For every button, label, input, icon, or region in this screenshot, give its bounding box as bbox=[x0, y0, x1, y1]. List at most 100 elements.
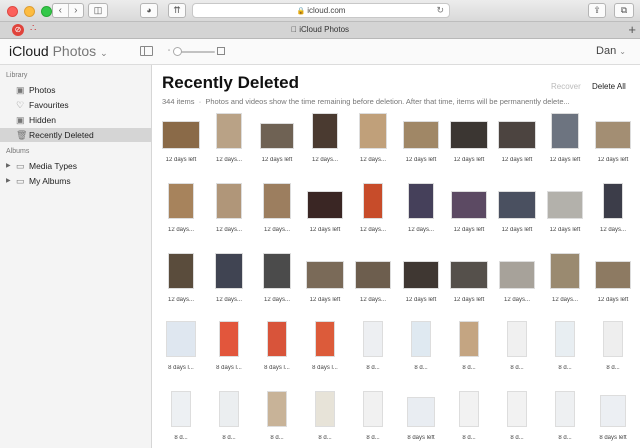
close-window-button[interactable] bbox=[7, 6, 18, 17]
photo-thumbnail[interactable] bbox=[267, 321, 287, 357]
photo-tile[interactable]: 12 days... bbox=[304, 111, 346, 163]
photo-tile[interactable]: 12 days... bbox=[256, 251, 298, 303]
photo-tile[interactable]: 12 days left bbox=[496, 111, 538, 163]
photo-thumbnail[interactable] bbox=[260, 123, 294, 149]
extension-button[interactable]: ⇈ bbox=[168, 3, 186, 18]
new-tab-button[interactable]: + bbox=[628, 22, 636, 37]
photo-thumbnail[interactable] bbox=[312, 113, 338, 149]
sidebar-item-media-types[interactable]: ▶ ▭ Media Types bbox=[0, 159, 151, 173]
photo-thumbnail[interactable] bbox=[219, 391, 239, 427]
photo-tile[interactable]: 12 days left bbox=[160, 111, 202, 163]
photo-tile[interactable]: 8 d... bbox=[592, 319, 634, 371]
photo-thumbnail[interactable] bbox=[216, 183, 242, 219]
photo-tile[interactable]: 8 d... bbox=[496, 389, 538, 441]
photo-thumbnail[interactable] bbox=[459, 391, 479, 427]
photo-tile[interactable]: 12 days left bbox=[400, 251, 442, 303]
photo-thumbnail[interactable] bbox=[411, 321, 431, 357]
photo-thumbnail[interactable] bbox=[315, 321, 335, 357]
photo-thumbnail[interactable] bbox=[507, 391, 527, 427]
photo-tile[interactable]: 12 days... bbox=[352, 111, 394, 163]
photo-tile[interactable]: 8 d... bbox=[448, 389, 490, 441]
photo-thumbnail[interactable] bbox=[219, 321, 239, 357]
photo-thumbnail[interactable] bbox=[403, 261, 439, 289]
photo-thumbnail[interactable] bbox=[498, 191, 536, 219]
disclosure-triangle-icon[interactable]: ▶ bbox=[6, 174, 11, 188]
share-button[interactable]: ⇪ bbox=[588, 3, 606, 18]
photo-tile[interactable]: 8 d... bbox=[496, 319, 538, 371]
photo-thumbnail[interactable] bbox=[162, 121, 200, 149]
photo-tile[interactable]: 12 days... bbox=[256, 181, 298, 233]
photo-tile[interactable]: 12 days... bbox=[208, 251, 250, 303]
photo-tile[interactable]: 12 days... bbox=[496, 251, 538, 303]
photo-thumbnail[interactable] bbox=[408, 183, 434, 219]
zoom-in-icon[interactable] bbox=[217, 47, 225, 55]
photo-tile[interactable]: 8 days l... bbox=[208, 319, 250, 371]
photo-tile[interactable]: 8 days l... bbox=[256, 319, 298, 371]
photo-thumbnail[interactable] bbox=[267, 391, 287, 427]
photo-tile[interactable]: 12 days left bbox=[544, 111, 586, 163]
photo-tile[interactable]: 8 days left bbox=[592, 389, 634, 441]
sidebar-panel-icon[interactable] bbox=[140, 46, 153, 56]
photo-thumbnail[interactable] bbox=[595, 121, 631, 149]
sidebar-item-recently-deleted[interactable]: 🗑 Recently Deleted bbox=[0, 128, 151, 142]
app-switcher[interactable]: iCloud Photos ⌄ bbox=[9, 43, 108, 59]
zoom-window-button[interactable] bbox=[41, 6, 52, 17]
photo-thumbnail[interactable] bbox=[216, 113, 242, 149]
photo-tile[interactable]: 12 days... bbox=[208, 181, 250, 233]
sidebar-toggle-button[interactable]: ◫ bbox=[88, 3, 108, 18]
photo-thumbnail[interactable] bbox=[551, 113, 579, 149]
privacy-report-button[interactable]: ◕ bbox=[140, 3, 158, 18]
photo-thumbnail[interactable] bbox=[603, 183, 623, 219]
photo-tile[interactable]: 8 d... bbox=[304, 389, 346, 441]
photo-thumbnail[interactable] bbox=[603, 321, 623, 357]
photo-thumbnail[interactable] bbox=[403, 121, 439, 149]
photo-tile[interactable]: 8 days l... bbox=[304, 319, 346, 371]
photo-tile[interactable]: 12 days left bbox=[448, 181, 490, 233]
photo-thumbnail[interactable] bbox=[168, 253, 194, 289]
photo-tile[interactable]: 8 d... bbox=[448, 319, 490, 371]
photo-tile[interactable]: 12 days left bbox=[448, 251, 490, 303]
photo-thumbnail[interactable] bbox=[407, 397, 435, 427]
photo-thumbnail[interactable] bbox=[507, 321, 527, 357]
photo-tile[interactable]: 12 days left bbox=[304, 251, 346, 303]
photo-thumbnail[interactable] bbox=[363, 391, 383, 427]
reload-icon[interactable]: ↻ bbox=[436, 4, 444, 17]
user-menu[interactable]: Dan ⌄ bbox=[596, 45, 626, 57]
photo-tile[interactable]: 8 d... bbox=[160, 389, 202, 441]
photo-tile[interactable]: 8 d... bbox=[352, 319, 394, 371]
photo-tile[interactable]: 12 days... bbox=[400, 181, 442, 233]
photo-thumbnail[interactable] bbox=[550, 253, 580, 289]
zoom-out-icon[interactable]: ▫ bbox=[168, 48, 170, 54]
photo-thumbnail[interactable] bbox=[306, 261, 344, 289]
photo-tile[interactable]: 12 days left bbox=[304, 181, 346, 233]
back-button[interactable]: ‹ bbox=[53, 4, 68, 17]
photo-thumbnail[interactable] bbox=[450, 261, 488, 289]
photo-thumbnail[interactable] bbox=[555, 391, 575, 427]
photo-tile[interactable]: 8 days left bbox=[400, 389, 442, 441]
address-bar[interactable]: 🔒 icloud.com ↻ bbox=[192, 3, 450, 18]
photo-thumbnail[interactable] bbox=[547, 191, 583, 219]
photo-thumbnail[interactable] bbox=[363, 321, 383, 357]
sidebar-item-my-albums[interactable]: ▶ ▭ My Albums bbox=[0, 174, 151, 188]
photo-tile[interactable]: 8 days l... bbox=[160, 319, 202, 371]
photo-tile[interactable]: 12 days left bbox=[256, 111, 298, 163]
photo-thumbnail[interactable] bbox=[459, 321, 479, 357]
minimize-window-button[interactable] bbox=[24, 6, 35, 17]
photo-thumbnail[interactable] bbox=[263, 253, 291, 289]
photo-thumbnail[interactable] bbox=[595, 261, 631, 289]
photo-tile[interactable]: 12 days... bbox=[592, 181, 634, 233]
photo-tile[interactable]: 12 days left bbox=[448, 111, 490, 163]
photo-thumbnail[interactable] bbox=[499, 261, 535, 289]
photo-thumbnail[interactable] bbox=[600, 395, 626, 427]
photo-thumbnail[interactable] bbox=[555, 321, 575, 357]
sidebar-item-photos[interactable]: ▣ Photos bbox=[0, 83, 151, 97]
disclosure-triangle-icon[interactable]: ▶ bbox=[6, 159, 11, 173]
photo-thumbnail[interactable] bbox=[359, 113, 387, 149]
photo-tile[interactable]: 12 days... bbox=[544, 251, 586, 303]
photo-tile[interactable]: 12 days... bbox=[352, 251, 394, 303]
forward-button[interactable]: › bbox=[67, 4, 84, 17]
photo-tile[interactable]: 12 days left bbox=[592, 111, 634, 163]
sidebar-item-hidden[interactable]: ▣ Hidden bbox=[0, 113, 151, 127]
photo-thumbnail[interactable] bbox=[215, 253, 243, 289]
photo-thumbnail[interactable] bbox=[355, 261, 391, 289]
